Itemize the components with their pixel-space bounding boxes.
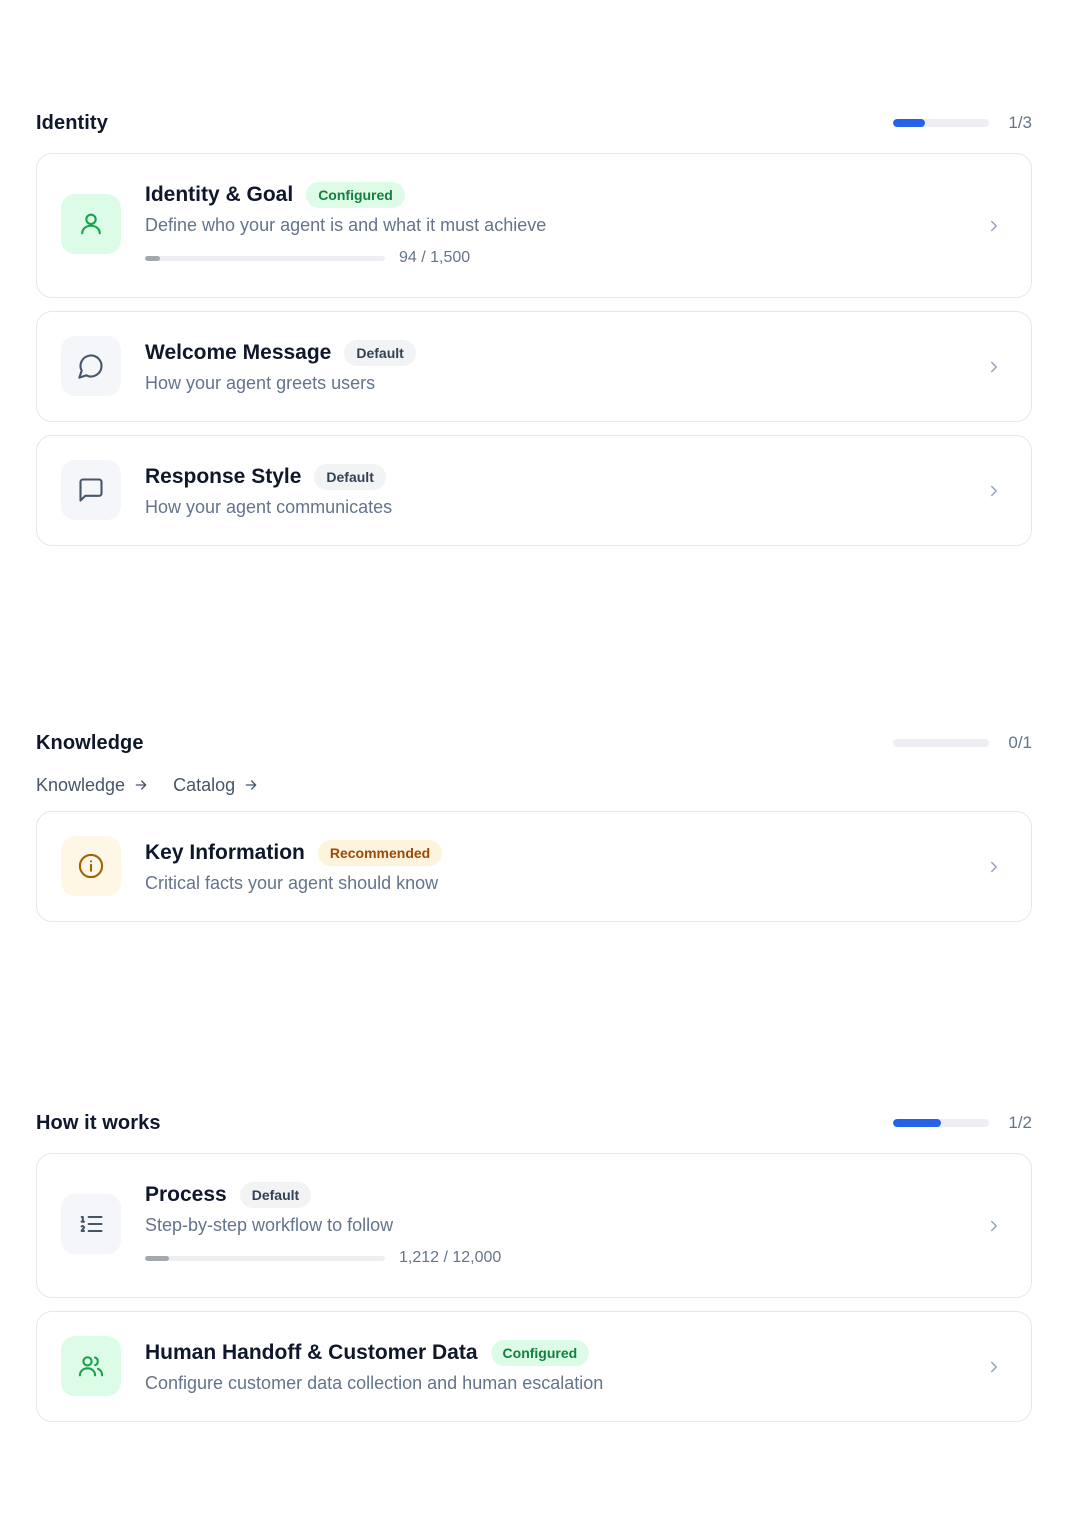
status-badge: Recommended xyxy=(317,840,443,866)
card-description: Critical facts your agent should know xyxy=(145,873,439,893)
chevron-right-icon xyxy=(991,1220,997,1231)
character-count-row: 1,212 / 12,000 xyxy=(145,1249,951,1267)
identity-section: Identity 1/3 Identity & Goal Configured … xyxy=(36,106,1032,546)
character-count-bar-fill xyxy=(145,255,161,261)
status-badge: Default xyxy=(314,464,386,490)
catalog-link[interactable]: Catalog xyxy=(173,775,259,796)
character-count-bar-fill xyxy=(145,1255,170,1261)
status-badge: Default xyxy=(239,1182,312,1208)
status-badge: Configured xyxy=(490,1340,590,1366)
card-body: Human Handoff & Customer Data Configured… xyxy=(145,1338,951,1395)
chevron-right-icon xyxy=(991,1361,997,1372)
info-circle-icon xyxy=(61,836,121,896)
card-title-row: Key Information Recommended xyxy=(145,838,951,868)
card-description: How your agent greets users xyxy=(145,373,376,393)
user-icon xyxy=(61,194,121,254)
card-title-row: Welcome Message Default xyxy=(145,338,951,368)
card-response-style[interactable]: Response Style Default How your agent co… xyxy=(36,435,1032,546)
card-title: Response Style xyxy=(145,465,302,488)
progress-bar xyxy=(893,119,989,127)
chevron-right-icon xyxy=(991,861,997,872)
progress-count: 1/3 xyxy=(1008,113,1032,132)
card-title-row: Human Handoff & Customer Data Configured xyxy=(145,1338,951,1368)
character-count-bar xyxy=(145,255,385,261)
card-welcome-message[interactable]: Welcome Message Default How your agent g… xyxy=(36,311,1032,422)
arrow-right-icon xyxy=(135,780,147,790)
card-description: Step-by-step workflow to follow xyxy=(145,1215,394,1235)
chevron-right-icon xyxy=(991,485,997,496)
knowledge-link[interactable]: Knowledge xyxy=(36,775,149,796)
section-title: Knowledge xyxy=(36,731,144,754)
progress-bar-fill xyxy=(893,119,925,127)
status-badge: Default xyxy=(344,340,416,366)
progress-count: 1/2 xyxy=(1008,1113,1032,1132)
section-header: How it works 1/2 xyxy=(36,1106,1032,1140)
status-badge: Configured xyxy=(306,182,405,208)
card-title-row: Response Style Default xyxy=(145,462,951,492)
card-body: Key Information Recommended Critical fac… xyxy=(145,838,951,895)
card-title-row: Process Default xyxy=(145,1180,951,1210)
section-header: Knowledge 0/1 xyxy=(36,726,1032,760)
card-process[interactable]: Process Default Step-by-step workflow to… xyxy=(36,1153,1032,1298)
card-title: Key Information xyxy=(145,841,305,864)
card-identity-goal[interactable]: Identity & Goal Configured Define who yo… xyxy=(36,153,1032,298)
card-body: Process Default Step-by-step workflow to… xyxy=(145,1180,951,1267)
character-count: 1,212 / 12,000 xyxy=(399,1249,502,1266)
chevron-right-icon xyxy=(991,361,997,372)
agent-settings-page: Identity 1/3 Identity & Goal Configured … xyxy=(0,0,1068,1532)
section-progress: 1/3 xyxy=(893,113,1032,133)
ordered-list-icon xyxy=(61,1194,121,1254)
arrow-right-icon xyxy=(245,780,257,790)
card-description: Define who your agent is and what it mus… xyxy=(145,215,547,235)
link-label: Knowledge xyxy=(36,774,126,795)
progress-bar-fill xyxy=(893,1119,941,1127)
section-title: Identity xyxy=(36,111,108,134)
card-key-information[interactable]: Key Information Recommended Critical fac… xyxy=(36,811,1032,922)
chat-bubble-square-icon xyxy=(61,460,121,520)
character-count-row: 94 / 1,500 xyxy=(145,249,951,267)
section-title: How it works xyxy=(36,1111,161,1134)
progress-bar xyxy=(893,739,989,747)
character-count-bar xyxy=(145,1255,385,1261)
chat-bubble-round-icon xyxy=(61,336,121,396)
card-human-handoff[interactable]: Human Handoff & Customer Data Configured… xyxy=(36,1311,1032,1422)
chevron-right-icon xyxy=(991,220,997,231)
link-label: Catalog xyxy=(173,774,236,795)
card-title: Identity & Goal xyxy=(145,183,294,206)
card-title-row: Identity & Goal Configured xyxy=(145,180,951,210)
knowledge-section: Knowledge 0/1 Knowledge Catalog Key Info… xyxy=(36,726,1032,922)
progress-count: 0/1 xyxy=(1008,733,1032,752)
card-body: Response Style Default How your agent co… xyxy=(145,462,951,519)
card-body: Welcome Message Default How your agent g… xyxy=(145,338,951,395)
section-progress: 1/2 xyxy=(893,1113,1032,1133)
section-header: Identity 1/3 xyxy=(36,106,1032,140)
section-progress: 0/1 xyxy=(893,733,1032,753)
progress-bar xyxy=(893,1119,989,1127)
card-description: Configure customer data collection and h… xyxy=(145,1373,604,1393)
how-it-works-section: How it works 1/2 Process Default Step-by… xyxy=(36,1106,1032,1422)
card-body: Identity & Goal Configured Define who yo… xyxy=(145,180,951,267)
card-title: Process xyxy=(145,1183,227,1206)
character-count: 94 / 1,500 xyxy=(399,249,471,266)
users-icon xyxy=(61,1336,121,1396)
card-title: Welcome Message xyxy=(145,341,332,364)
card-description: How your agent communicates xyxy=(145,497,393,517)
card-title: Human Handoff & Customer Data xyxy=(145,1341,478,1364)
section-links: Knowledge Catalog xyxy=(36,772,1032,798)
